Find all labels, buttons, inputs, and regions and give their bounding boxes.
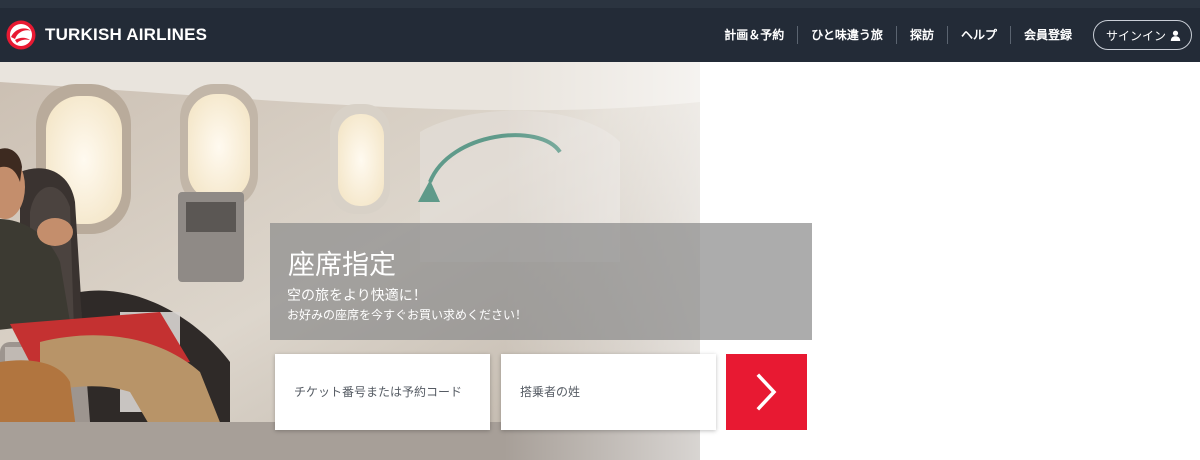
chevron-right-icon — [756, 373, 776, 411]
nav-item-explore[interactable]: 探訪 — [897, 26, 948, 44]
nav-item-plan-book[interactable]: 計画＆予約 — [711, 26, 799, 44]
main-nav: 計画＆予約 ひと味違う旅 探訪 ヘルプ 会員登録 サインイン — [711, 8, 1192, 62]
brand-name: TURKISH AIRLINES — [45, 25, 208, 44]
nav-item-register[interactable]: 会員登録 — [1011, 26, 1085, 44]
person-icon — [1170, 30, 1181, 41]
surname-input[interactable] — [520, 385, 716, 399]
brand-logo[interactable]: TURKISH AIRLINES — [6, 20, 207, 50]
ticket-number-input[interactable] — [294, 385, 490, 399]
logo-icon — [6, 20, 36, 50]
promo-panel: 座席指定 空の旅をより快適に！ お好みの座席を今すぐお買い求めください！ — [270, 223, 812, 340]
promo-tagline: 空の旅をより快適に！ — [287, 288, 427, 304]
signin-label: サインイン — [1105, 28, 1166, 43]
promo-subtext: お好みの座席を今すぐお買い求めください！ — [287, 308, 528, 322]
site-header: TURKISH AIRLINES 計画＆予約 ひと味違う旅 探訪 ヘルプ 会員登… — [0, 8, 1200, 62]
signin-button[interactable]: サインイン — [1092, 20, 1192, 50]
surname-field[interactable] — [501, 354, 716, 430]
ticket-number-field[interactable] — [275, 354, 490, 430]
nav-item-experience[interactable]: ひと味違う旅 — [798, 26, 897, 44]
promo-title: 座席指定 — [288, 250, 396, 281]
top-strip — [0, 0, 1200, 8]
submit-button[interactable] — [726, 354, 807, 430]
nav-item-help[interactable]: ヘルプ — [948, 26, 1011, 44]
